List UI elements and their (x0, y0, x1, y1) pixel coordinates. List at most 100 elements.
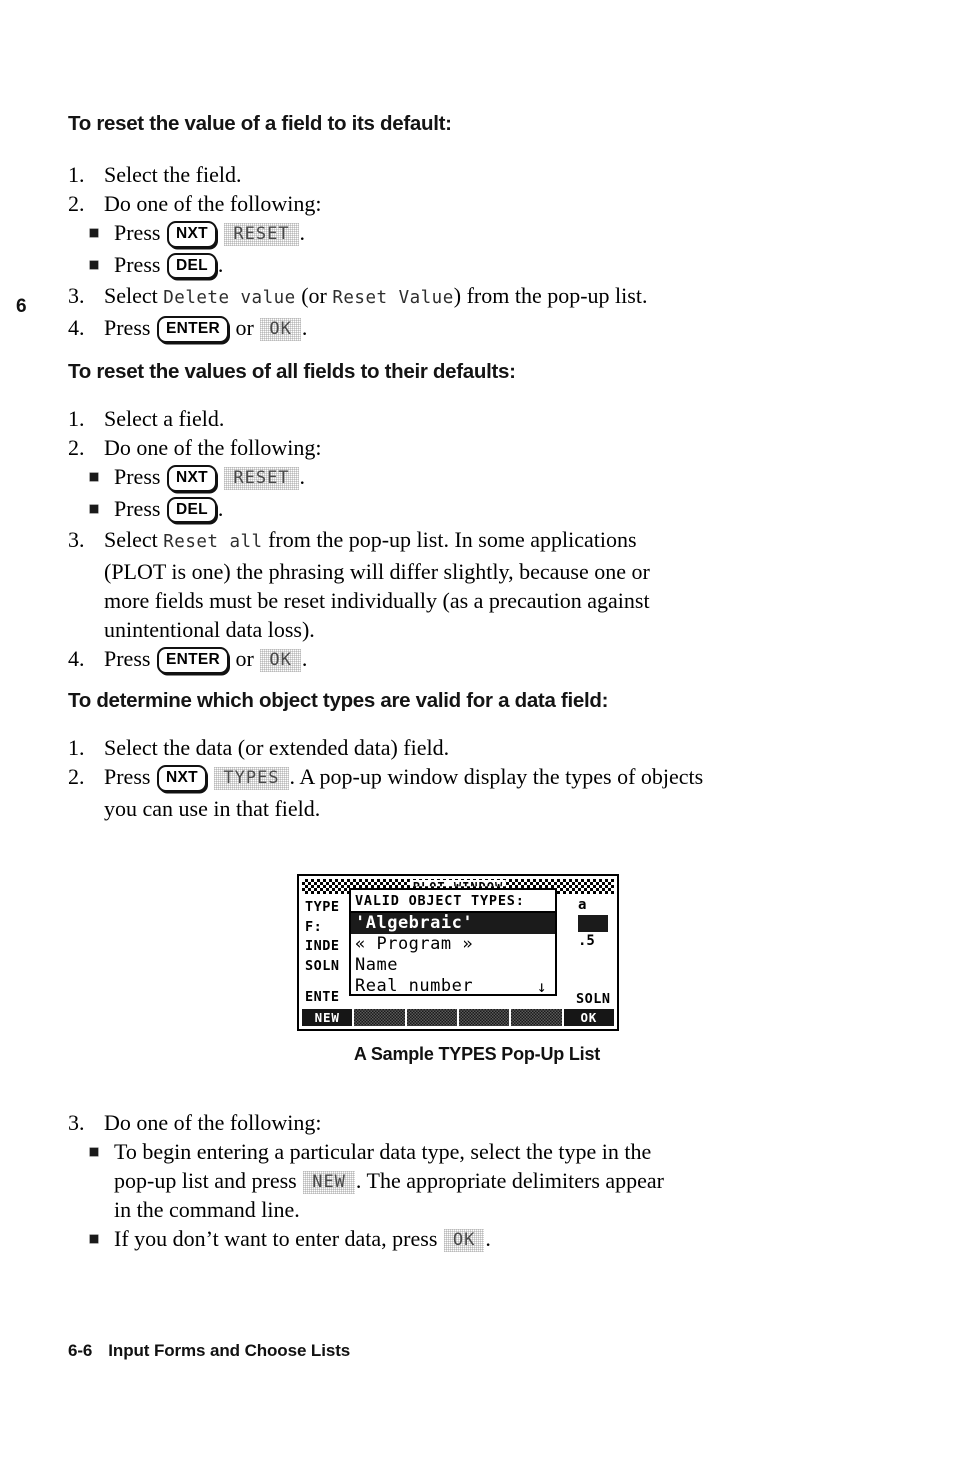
step-number: 2. (68, 764, 85, 789)
calculator-screen-figure: PLOT WINDOW TYPE F: INDE SOLN a .5 SOLN … (297, 874, 619, 1031)
lcd-field-label-soln: SOLN (305, 957, 340, 974)
step-item: 1. Select the field. (68, 160, 888, 189)
bullet-suffix: . (217, 495, 224, 521)
step-text: Do one of the following: (104, 435, 322, 460)
step-middle: or (230, 315, 260, 340)
keycap-nxt[interactable]: NXT (156, 765, 207, 792)
section-heading-object-types: To determine which object types are vali… (68, 689, 609, 712)
lcd-field-label-f: F: (305, 918, 323, 935)
keycap-nxt[interactable]: NXT (166, 465, 217, 492)
screen-term-reset-all: Reset all (163, 532, 263, 552)
keycap-enter[interactable]: ENTER (156, 316, 229, 343)
lcd-cursor-block (578, 915, 608, 932)
bullet-prefix: Press (114, 464, 161, 489)
bullet-prefix: Press (114, 220, 161, 245)
steps-list-reset-all: 1. Select a field. 2. Do one of the foll… (68, 404, 888, 676)
menu-key-blank-3[interactable] (458, 1009, 510, 1026)
bullet-item: Press DEL. (80, 494, 888, 526)
step-text: Do one of the following: (104, 191, 322, 216)
step-prefix: Press (104, 764, 156, 789)
step-continuation-line: (PLOT is one) the phrasing will differ s… (104, 559, 650, 584)
step-text: Press ENTER or OK. (104, 313, 888, 345)
bullet-text: If you don’t want to enter data, press O… (114, 1224, 898, 1253)
bullet-prefix: Press (114, 251, 161, 277)
keycap-nxt[interactable]: NXT (166, 221, 217, 248)
bullet-item: To begin entering a particular data type… (80, 1137, 898, 1224)
popup-option-program[interactable]: « Program » (351, 934, 555, 955)
step-item: 2. Press NXT TYPES. A pop-up window disp… (68, 762, 898, 823)
step-text: Select the field. (104, 162, 242, 187)
step-text: Press NXT TYPES. A pop-up window display… (104, 762, 898, 794)
softkey-ok[interactable]: OK (260, 318, 300, 341)
bullet-text: To begin entering a particular data type… (114, 1139, 652, 1164)
screen-term-delete-value: Delete value (163, 288, 296, 308)
bullet-item: Press NXT RESET. (80, 218, 888, 250)
step-number: 1. (68, 162, 85, 187)
popup-title: VALID OBJECT TYPES: (351, 890, 555, 913)
popup-option-algebraic[interactable]: 'Algebraic' (351, 913, 555, 934)
softkey-new[interactable]: NEW (303, 1171, 355, 1194)
softkey-reset[interactable]: RESET (224, 467, 298, 490)
bullet-item: Press NXT RESET. (80, 462, 888, 494)
square-bullet-icon (90, 473, 98, 481)
keycap-del[interactable]: DEL (166, 252, 217, 279)
bullet-line2-suffix: . The appropriate delimiters appear (355, 1168, 664, 1193)
square-bullet-icon (90, 1235, 98, 1243)
square-bullet-icon (90, 229, 98, 237)
bullet-continuation-line: pop-up list and press NEW. The appropria… (114, 1166, 898, 1195)
step-number: 2. (68, 191, 85, 216)
bullet-text: Press DEL. (114, 250, 888, 282)
step-item: 3. Select Reset all from the pop-up list… (68, 525, 888, 644)
bullet-line2-prefix: pop-up list and press (114, 1168, 303, 1193)
step-suffix: . (301, 646, 308, 671)
step-prefix: Select (104, 283, 164, 308)
footer-page-number: 6-6 (68, 1341, 93, 1360)
menu-key-new[interactable]: NEW (302, 1009, 353, 1026)
popup-option-real-number-label: Real number (355, 976, 474, 996)
bullet-suffix: . (299, 220, 306, 245)
steps-list-final: 3. Do one of the following: To begin ent… (68, 1108, 898, 1253)
section-heading-reset-field: To reset the value of a field to its def… (68, 112, 452, 135)
keycap-del[interactable]: DEL (166, 496, 217, 523)
step-item: 4. Press ENTER or OK. (68, 644, 888, 676)
menu-key-ok[interactable]: OK (563, 1009, 614, 1026)
softkey-types[interactable]: TYPES (214, 767, 288, 790)
menu-key-blank-2[interactable] (406, 1009, 457, 1026)
step-number: 1. (68, 735, 85, 760)
scroll-down-arrow-icon[interactable]: ↓ (537, 976, 547, 997)
lcd-label-soln-right: SOLN (576, 991, 611, 1007)
footer-title: Input Forms and Choose Lists (108, 1341, 351, 1360)
menu-key-blank-1[interactable] (354, 1009, 405, 1026)
softkey-ok[interactable]: OK (444, 1229, 484, 1252)
square-bullet-icon (90, 504, 98, 513)
chapter-margin-marker: 6 (16, 296, 27, 317)
types-popup-window: VALID OBJECT TYPES: 'Algebraic' « Progra… (349, 888, 557, 996)
bullet-item: Press DEL. (80, 250, 888, 282)
lcd-right-fragments: a .5 SOLN (576, 897, 612, 1007)
square-bullet-icon (90, 1148, 98, 1156)
step-continuation-line: unintentional data loss). (104, 617, 315, 642)
square-bullet-icon (90, 260, 98, 269)
lcd-field-label-type: TYPE (305, 899, 340, 915)
bullet-prefix: Press (114, 495, 161, 521)
step-prefix: Press (104, 315, 156, 340)
step-suffix: ) from the pop-up list. (453, 283, 648, 308)
lcd-fragment-a: a (578, 897, 587, 913)
lcd-field-labels: TYPE F: INDE SOLN (305, 898, 340, 976)
menu-key-blank-4[interactable] (511, 1009, 562, 1026)
lcd-soft-menu-row: NEW OK (302, 1009, 614, 1026)
step-number: 1. (68, 406, 85, 431)
lcd-field-label-indep: INDE (305, 938, 340, 954)
popup-option-real-number[interactable]: Real number ↓ (351, 976, 555, 997)
popup-option-list: 'Algebraic' « Program » Name Real number… (351, 913, 555, 997)
step-text: Select a field. (104, 406, 225, 431)
step-number: 3. (68, 527, 85, 552)
lcd-display: PLOT WINDOW TYPE F: INDE SOLN a .5 SOLN … (297, 874, 619, 1031)
keycap-enter[interactable]: ENTER (156, 647, 229, 674)
step-number: 4. (68, 646, 85, 671)
softkey-ok[interactable]: OK (260, 649, 300, 672)
step-number: 3. (68, 1110, 85, 1135)
steps-list-object-types: 1. Select the data (or extended data) fi… (68, 733, 898, 823)
softkey-reset[interactable]: RESET (224, 223, 298, 246)
popup-option-name[interactable]: Name (351, 955, 555, 976)
